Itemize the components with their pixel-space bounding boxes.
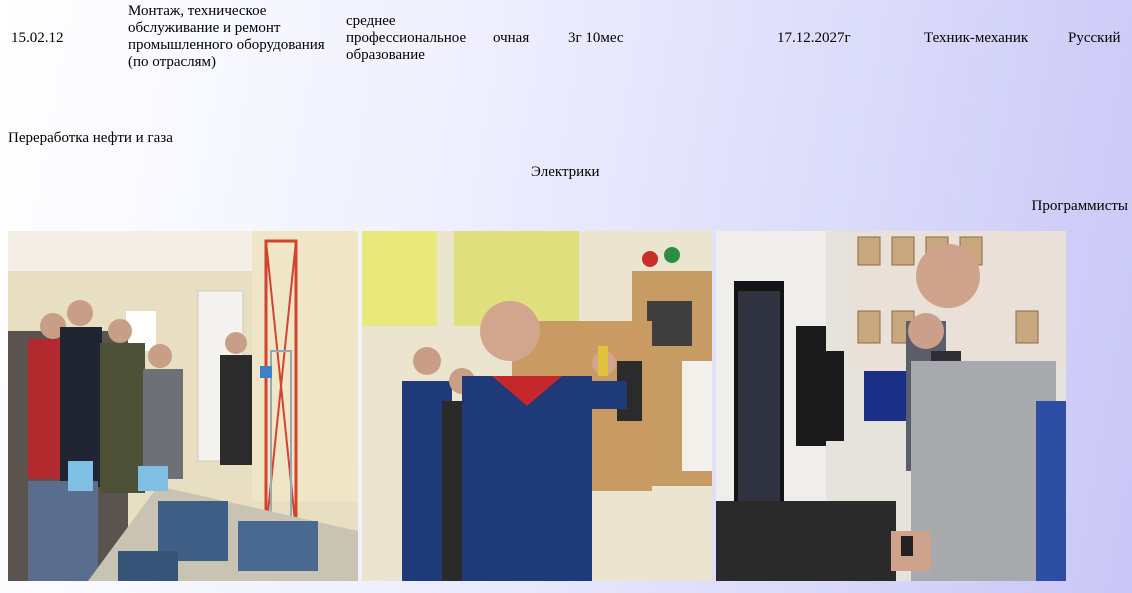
caption-electricians: Электрики xyxy=(531,164,600,180)
photo-drilling-rig-model xyxy=(8,231,358,581)
caption-oil-gas: Переработка нефти и газа xyxy=(8,130,173,146)
program-row: 15.02.12 Монтаж, техническое обслуживани… xyxy=(0,0,1132,80)
study-form: очная xyxy=(493,30,530,46)
qualification: Техник-механик xyxy=(924,30,1029,46)
study-language: Русский xyxy=(1068,30,1121,46)
photo-electrician-training xyxy=(362,231,712,581)
program-code: 15.02.12 xyxy=(11,30,64,46)
photo-programmers-at-computers xyxy=(716,231,1066,581)
caption-programmers: Программисты xyxy=(1031,198,1128,214)
study-duration: 3г 10мес xyxy=(568,30,624,46)
program-name: Монтаж, техническое обслуживание и ремон… xyxy=(128,3,325,70)
education-level: среднее профессиональное образование xyxy=(346,13,467,63)
accreditation-date: 17.12.2027г xyxy=(777,30,851,46)
